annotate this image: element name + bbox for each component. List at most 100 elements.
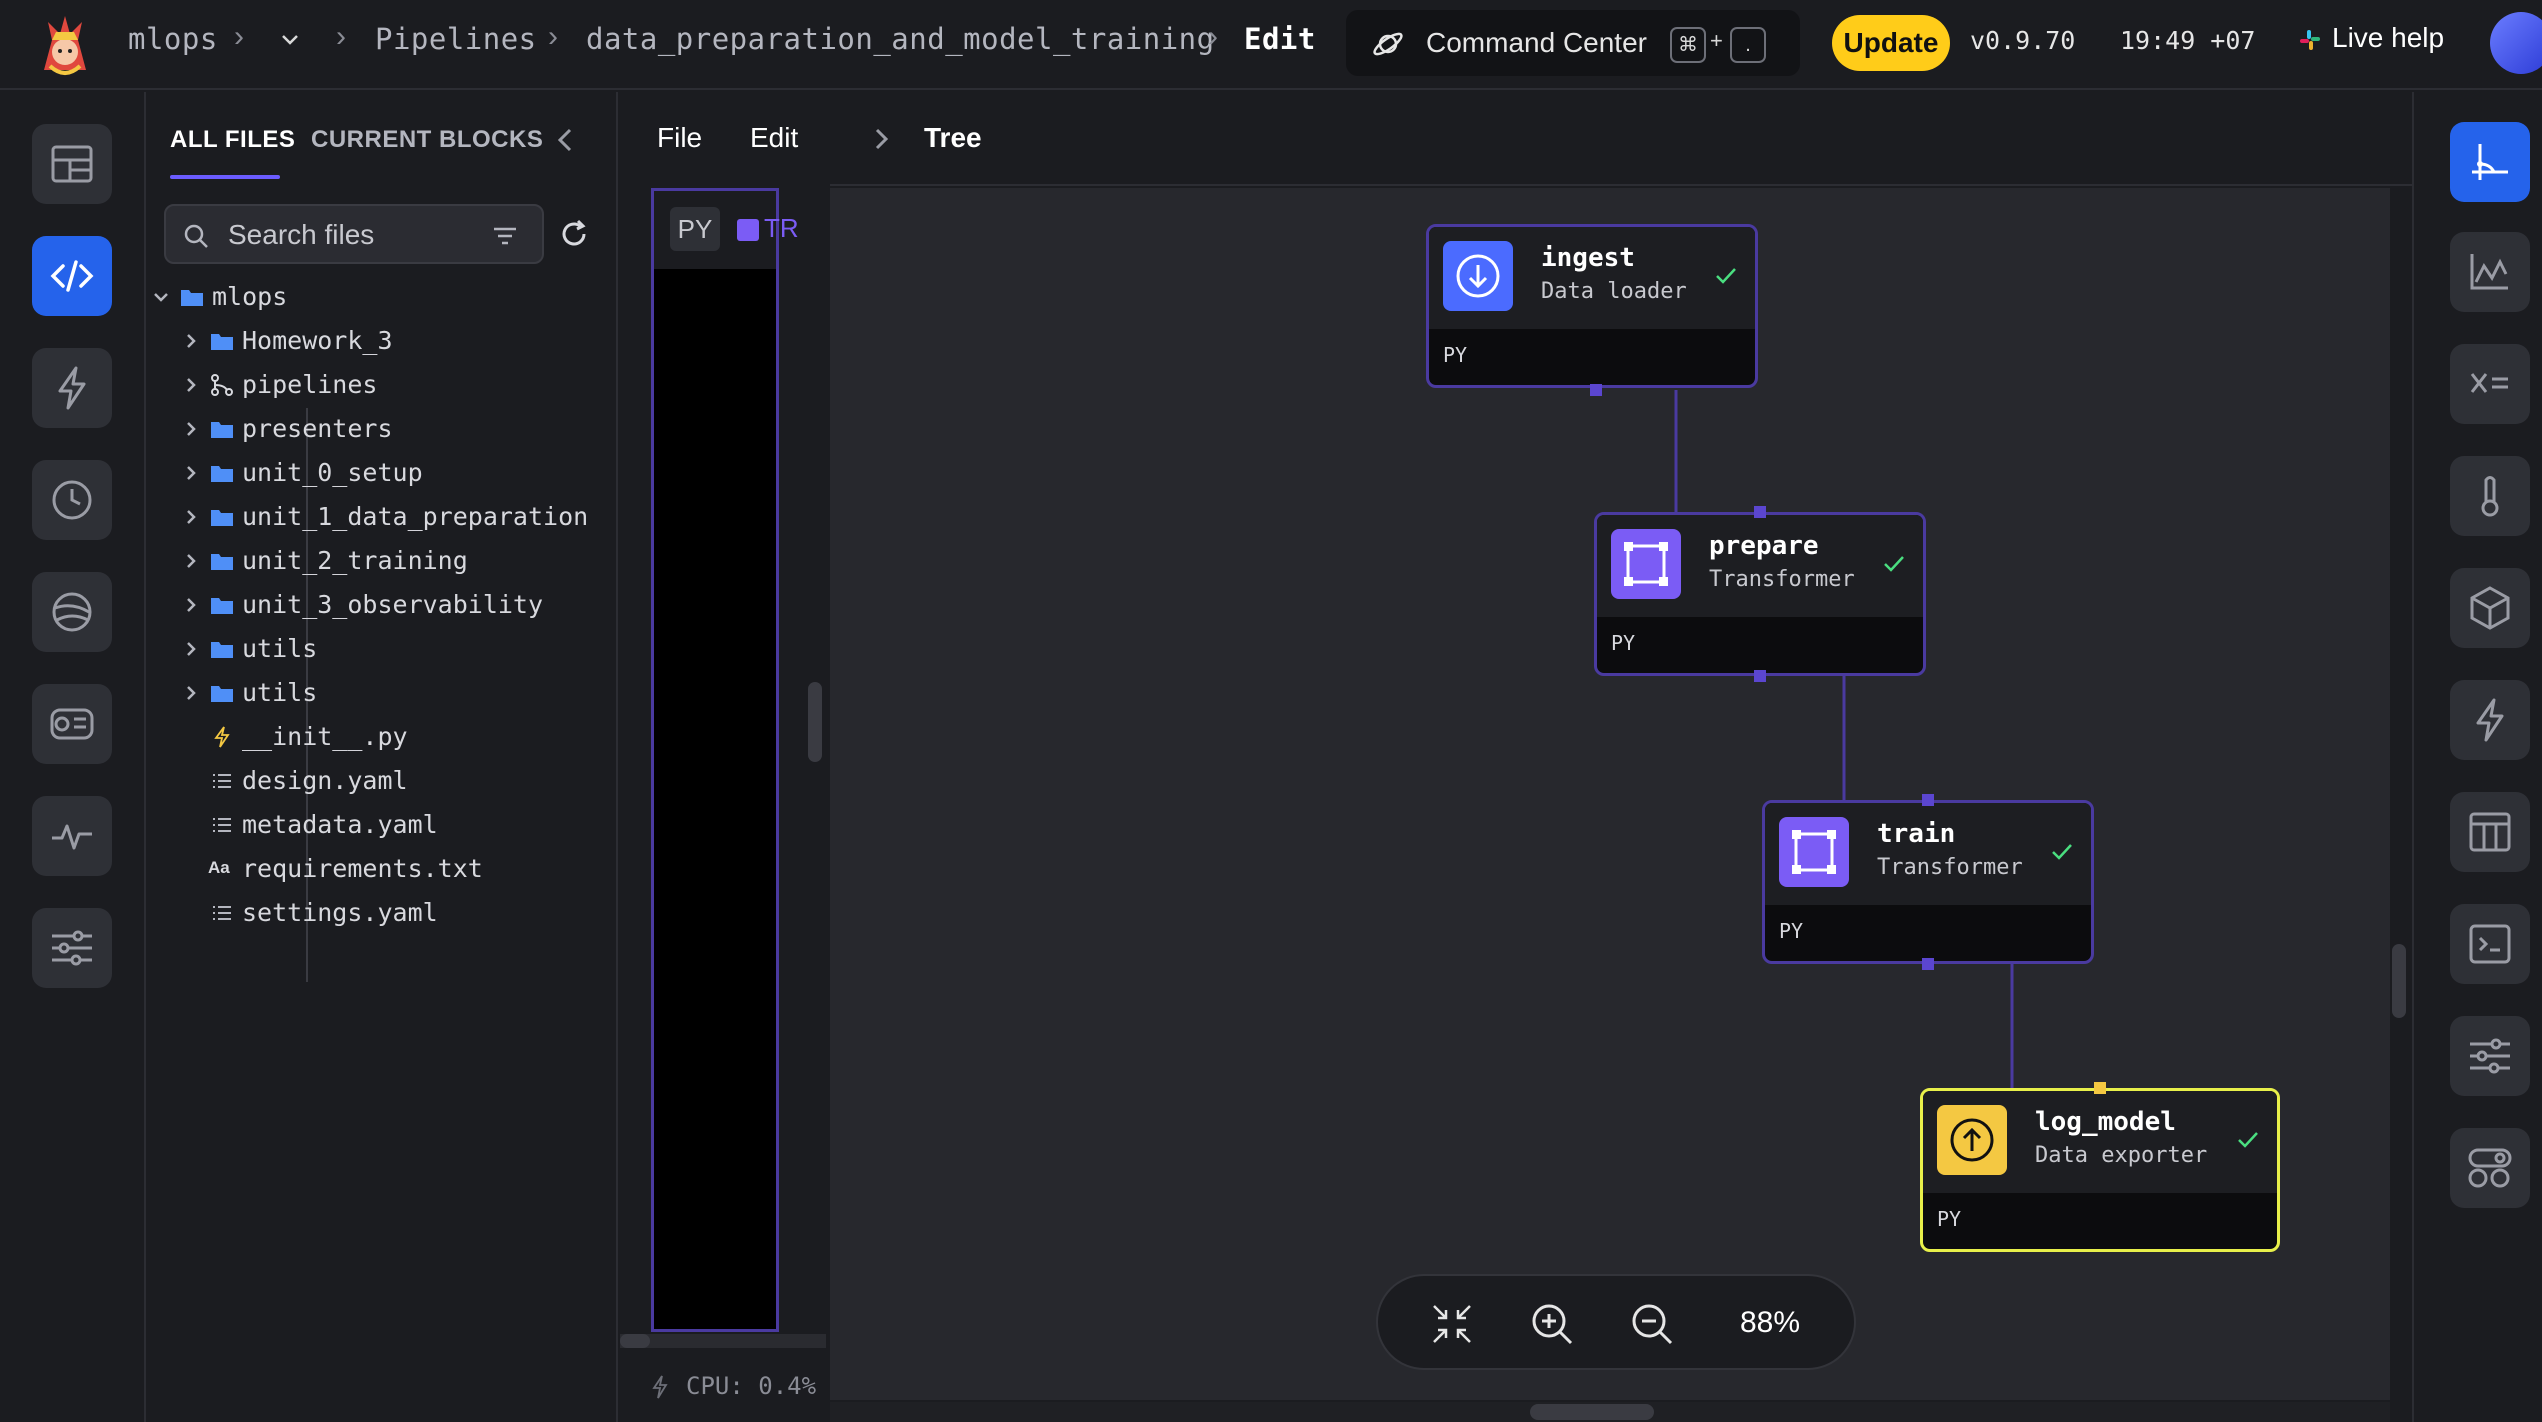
scrollbar-thumb[interactable] — [620, 1334, 650, 1348]
settings-icon[interactable] — [2450, 1016, 2530, 1096]
terminal-icon[interactable] — [2450, 904, 2530, 984]
search-input[interactable] — [228, 218, 468, 252]
toggle-icon[interactable] — [2450, 1128, 2530, 1208]
tree-folder[interactable]: unit_2_training — [180, 542, 580, 582]
horizontal-scrollbar[interactable] — [620, 1334, 826, 1348]
terminal-icon[interactable] — [32, 684, 112, 764]
collapse-panel-icon[interactable] — [550, 122, 580, 158]
scrollbar-thumb[interactable] — [1530, 1404, 1654, 1420]
bolt-icon — [650, 1374, 670, 1400]
tree-label: metadata.yaml — [242, 810, 438, 839]
update-button[interactable]: Update — [1832, 15, 1950, 71]
tree-folder[interactable]: unit_3_observability — [180, 586, 580, 626]
tree-folder-root[interactable]: mlops — [150, 278, 570, 318]
block-node-log-model[interactable]: log_model Data exporter PY — [1920, 1088, 2280, 1252]
block-node-ingest[interactable]: ingest Data loader PY — [1426, 224, 1758, 388]
tree-folder[interactable]: Homework_3 — [180, 322, 580, 362]
tab-current-blocks[interactable]: CURRENT BLOCKS — [311, 126, 543, 154]
block-type: Data loader — [1541, 279, 1687, 304]
tree-file[interactable]: metadata.yaml — [180, 806, 580, 846]
command-center-button[interactable]: Command Center ⌘ + . — [1346, 10, 1800, 76]
tree-label: design.yaml — [242, 766, 408, 795]
tree-folder[interactable]: pipelines — [180, 366, 580, 406]
tree-folder[interactable]: utils — [180, 630, 580, 670]
active-tab-indicator — [170, 175, 280, 179]
menu-edit[interactable]: Edit — [750, 122, 798, 154]
tree-file[interactable]: __init__.py — [180, 718, 580, 758]
tree-folder[interactable]: presenters — [180, 410, 580, 450]
breadcrumb-project[interactable]: mlops — [128, 22, 218, 56]
variables-icon[interactable] — [2450, 344, 2530, 424]
list-file-icon — [210, 902, 234, 924]
tree-label: utils — [242, 678, 318, 707]
chevron-right-icon — [180, 462, 202, 484]
pulse-icon[interactable] — [32, 796, 112, 876]
globe-icon[interactable] — [32, 572, 112, 652]
vertical-scrollbar[interactable] — [2392, 944, 2406, 1018]
slack-icon[interactable] — [2298, 28, 2322, 52]
pipeline-canvas[interactable]: ingest Data loader PY prepare Transforme… — [830, 188, 2406, 1422]
table-icon[interactable] — [2450, 792, 2530, 872]
zoom-out-icon[interactable] — [1628, 1300, 1676, 1348]
tree-file[interactable]: design.yaml — [180, 762, 580, 802]
zoom-level-label: 88% — [1740, 1306, 1801, 1339]
check-icon — [1713, 263, 1739, 289]
tree-label: __init__.py — [242, 722, 408, 751]
tree-folder[interactable]: utils — [180, 674, 580, 714]
check-icon — [2235, 1127, 2261, 1153]
refresh-icon[interactable] — [556, 216, 592, 252]
sliders-icon[interactable] — [32, 908, 112, 988]
layout-icon[interactable] — [32, 124, 112, 204]
bolt-icon[interactable] — [32, 348, 112, 428]
zoom-in-icon[interactable] — [1528, 1300, 1576, 1348]
tree-label: Homework_3 — [242, 326, 393, 355]
transformer-icon — [1779, 817, 1849, 887]
output-port[interactable] — [1922, 958, 1934, 970]
menu-file[interactable]: File — [657, 122, 702, 154]
horizontal-scrollbar[interactable] — [830, 1402, 2390, 1422]
tree-label: unit_1_data_preparation — [242, 502, 589, 531]
chevron-right-icon[interactable] — [870, 124, 894, 154]
clock-icon[interactable] — [32, 460, 112, 540]
tree-folder[interactable]: unit_0_setup — [180, 454, 580, 494]
editor-block-tab[interactable]: PY TR — [654, 191, 799, 269]
fit-to-screen-icon[interactable] — [1428, 1300, 1476, 1348]
input-port[interactable] — [2094, 1082, 2106, 1094]
breadcrumb-pipeline-name[interactable]: data_preparation_and_model_training — [586, 22, 1215, 56]
tree-label: presenters — [242, 414, 393, 443]
code-icon[interactable] — [32, 236, 112, 316]
avatar[interactable] — [2490, 12, 2542, 74]
thermometer-icon[interactable] — [2450, 456, 2530, 536]
block-header: prepare Transformer — [1597, 515, 1923, 617]
tree-label: settings.yaml — [242, 898, 438, 927]
block-name: log_model — [2035, 1107, 2176, 1137]
tree-file[interactable]: settings.yaml — [180, 894, 580, 934]
folder-icon — [210, 682, 234, 704]
live-help-link[interactable]: Live help — [2332, 22, 2444, 54]
output-port[interactable] — [1754, 670, 1766, 682]
tree-icon[interactable] — [2450, 122, 2530, 202]
code-editor-panel[interactable]: PY TR — [651, 188, 799, 1332]
output-port[interactable] — [1590, 384, 1602, 396]
chevron-right-icon — [180, 594, 202, 616]
cube-icon[interactable] — [2450, 568, 2530, 648]
filter-icon[interactable] — [492, 224, 518, 248]
chevron-down-icon[interactable] — [280, 30, 300, 50]
block-type: Transformer — [1709, 567, 1855, 592]
mage-logo-icon[interactable] — [30, 10, 100, 80]
text-file-icon: Aa — [208, 858, 230, 877]
tree-folder[interactable]: unit_1_data_preparation — [180, 498, 588, 538]
input-port[interactable] — [1922, 794, 1934, 806]
bolt-icon[interactable] — [2450, 680, 2530, 760]
tree-file[interactable]: Aa requirements.txt — [180, 850, 580, 890]
folder-icon — [210, 550, 234, 572]
block-node-train[interactable]: train Transformer PY — [1762, 800, 2094, 964]
right-tool-rail — [2412, 92, 2542, 1422]
chart-icon[interactable] — [2450, 232, 2530, 312]
block-node-prepare[interactable]: prepare Transformer PY — [1594, 512, 1926, 676]
input-port[interactable] — [1754, 506, 1766, 518]
breadcrumb-pipelines[interactable]: Pipelines — [375, 22, 537, 56]
tab-all-files[interactable]: ALL FILES — [170, 126, 295, 154]
folder-icon — [210, 462, 234, 484]
vertical-scrollbar[interactable] — [808, 682, 822, 762]
